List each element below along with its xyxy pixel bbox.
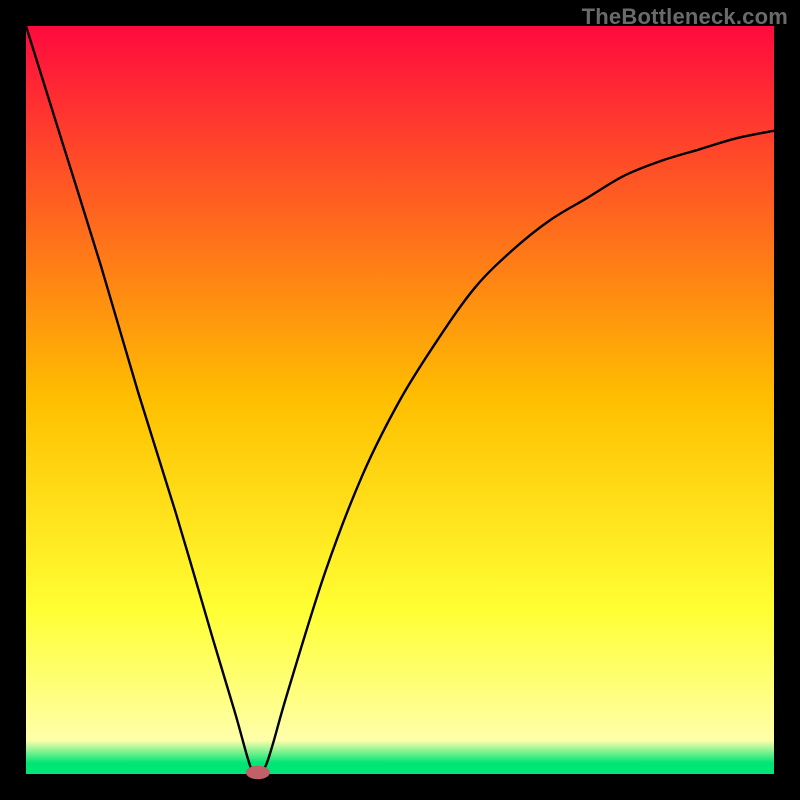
watermark-text: TheBottleneck.com <box>582 4 788 30</box>
chart-min-marker <box>246 766 270 779</box>
chart-svg <box>0 0 800 800</box>
chart-container: TheBottleneck.com <box>0 0 800 800</box>
